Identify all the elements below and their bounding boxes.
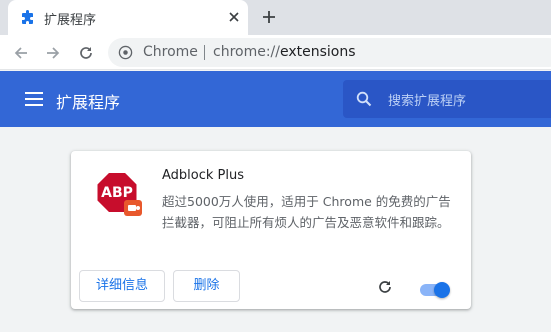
menu-icon[interactable] <box>25 91 43 107</box>
close-icon[interactable] <box>226 9 242 25</box>
puzzle-icon <box>22 10 33 24</box>
toggle-knob <box>434 282 450 298</box>
address-bar[interactable]: Chrome chrome://extensions <box>108 38 551 67</box>
search-placeholder: 搜索扩展程序 <box>388 94 467 109</box>
plus-icon[interactable] <box>261 9 277 25</box>
chrome-icon <box>118 45 133 60</box>
address-url: chrome://extensions <box>213 44 356 60</box>
search-input[interactable]: 搜索扩展程序 <box>343 80 551 118</box>
details-button[interactable]: 详细信息 <box>79 270 165 302</box>
reload-icon[interactable] <box>77 44 95 62</box>
tab-title: 扩展程序 <box>44 13 97 28</box>
back-arrow-icon[interactable] <box>12 44 30 62</box>
remove-button[interactable]: 删除 <box>173 270 240 302</box>
abp-logo: ABP <box>96 171 142 216</box>
url-scheme: chrome:// <box>213 44 280 60</box>
card-footer: 详细信息 删除 <box>71 255 471 309</box>
search-icon <box>356 91 372 107</box>
page-title: 扩展程序 <box>56 93 121 112</box>
tab-extensions[interactable]: 扩展程序 <box>8 0 248 35</box>
reload-extension-icon[interactable] <box>377 279 393 295</box>
forward-arrow-icon[interactable] <box>44 44 62 62</box>
extension-card: ABP Adblock Plus 超过5000万人使用，适用于 Chrome 的… <box>71 151 471 309</box>
enable-toggle[interactable] <box>420 282 452 298</box>
url-path: extensions <box>280 44 356 60</box>
extension-name: Adblock Plus <box>162 168 245 183</box>
extension-description: 超过5000万人使用，适用于 Chrome 的免费的广告拦截器，可阻止所有烦人的… <box>162 194 451 230</box>
address-divider <box>204 45 205 60</box>
tab-strip: 扩展程序 <box>0 0 551 35</box>
abp-logo-text: ABP <box>101 185 133 201</box>
address-chip: Chrome <box>143 44 198 60</box>
extensions-header: 扩展程序 搜索扩展程序 <box>0 71 551 127</box>
toolbar: Chrome chrome://extensions <box>0 35 551 70</box>
